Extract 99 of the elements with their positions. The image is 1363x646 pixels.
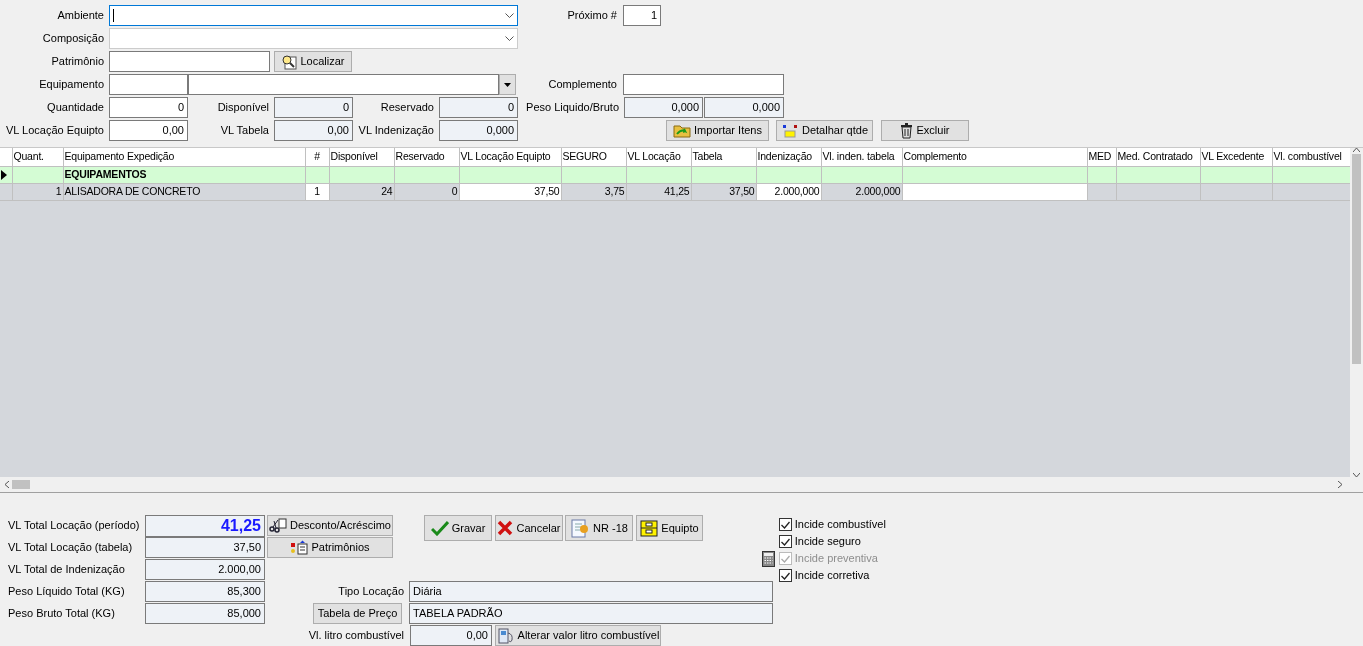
column-header[interactable]: Complemento xyxy=(902,148,1087,166)
column-header[interactable]: Vl. combustível xyxy=(1272,148,1350,166)
checkbox[interactable] xyxy=(779,518,792,531)
field-label: Disponível xyxy=(216,100,270,116)
field-label: Próximo # xyxy=(566,8,618,24)
field-label: VL Total Locação (período) xyxy=(8,518,141,534)
column-header[interactable]: Tabela xyxy=(691,148,756,166)
chevron-down-icon xyxy=(505,35,514,42)
input-field[interactable] xyxy=(623,74,784,95)
column-header[interactable]: MED xyxy=(1087,148,1116,166)
scroll-up-icon xyxy=(1353,148,1360,152)
checkbox-label: Incide seguro xyxy=(794,534,861,550)
input-field[interactable]: 0 xyxy=(109,97,188,118)
field-label: VL Locação Equipto xyxy=(4,123,105,139)
scroll-left-icon xyxy=(5,481,9,488)
column-header[interactable]: VL Locação Equipto xyxy=(459,148,561,166)
checkbox[interactable] xyxy=(779,535,792,548)
field-label: Composição xyxy=(41,31,105,47)
input-field[interactable]: 0,00 xyxy=(109,120,188,141)
caret-icon xyxy=(504,82,511,87)
color-dots-icon xyxy=(780,123,799,138)
combo-box[interactable] xyxy=(109,5,518,26)
action-button[interactable]: Excluir xyxy=(881,120,969,141)
drawer-icon xyxy=(640,519,659,537)
input-field[interactable]: TABELA PADRÃO xyxy=(409,603,773,624)
input-field[interactable]: 37,50 xyxy=(145,537,265,558)
input-field[interactable]: 0,00 xyxy=(274,120,353,141)
price-table-button[interactable]: Tabela de Preço xyxy=(313,603,402,624)
input-field[interactable] xyxy=(188,74,499,95)
column-header[interactable]: Indenização xyxy=(756,148,821,166)
action-button[interactable]: Cancelar xyxy=(495,515,563,541)
field-label: Patrimônio xyxy=(50,54,105,70)
field-label: Complemento xyxy=(547,77,618,93)
fuel-pump-icon xyxy=(496,627,515,644)
calculator-icon xyxy=(762,550,775,567)
scissors-icon xyxy=(269,518,288,533)
checkbox[interactable] xyxy=(779,569,792,582)
field-label: VL Total de Indenização xyxy=(8,562,126,578)
column-header[interactable]: VL Excedente xyxy=(1200,148,1272,166)
column-header[interactable]: Med. Contratado xyxy=(1116,148,1200,166)
assets-button[interactable]: Patrimônios xyxy=(267,537,393,558)
column-header[interactable]: # xyxy=(305,148,329,166)
folder-icon xyxy=(673,123,692,138)
input-field[interactable]: 85,000 xyxy=(145,603,265,624)
input-field[interactable]: 0 xyxy=(274,97,353,118)
fuel-price-button[interactable]: Alterar valor litro combustível xyxy=(495,625,661,646)
column-header[interactable]: Disponível xyxy=(329,148,394,166)
field-label: Peso Líquido Total (KG) xyxy=(8,584,126,600)
input-field[interactable] xyxy=(109,51,270,72)
input-field[interactable]: 2.000,00 xyxy=(145,559,265,580)
action-button[interactable]: Gravar xyxy=(424,515,492,541)
scroll-down-icon xyxy=(1353,473,1360,477)
action-button[interactable]: Detalhar qtde xyxy=(776,120,873,141)
field-label: Tipo Locação xyxy=(337,584,405,600)
column-header[interactable]: SEGURO xyxy=(561,148,626,166)
document-icon xyxy=(290,540,309,555)
scrollbar-thumb[interactable] xyxy=(12,480,30,489)
column-header[interactable]: VL Locação xyxy=(626,148,691,166)
discount-button[interactable]: Desconto/Acréscimo xyxy=(267,515,393,536)
checkbox-label: Incide corretiva xyxy=(794,568,870,584)
field-label: Peso Bruto Total (KG) xyxy=(8,606,116,622)
dropdown-button[interactable] xyxy=(499,74,516,95)
input-field[interactable]: 0,00 xyxy=(410,625,492,646)
trash-icon xyxy=(900,122,914,139)
input-field[interactable]: 0,000 xyxy=(704,97,784,118)
search-button[interactable]: Localizar xyxy=(274,51,352,72)
chevron-down-icon xyxy=(505,12,514,19)
scroll-right-icon xyxy=(1338,481,1342,488)
column-header[interactable]: Vl. inden. tabela xyxy=(821,148,902,166)
action-button[interactable]: Importar Itens xyxy=(666,120,769,141)
field-label: Equipamento xyxy=(38,77,105,93)
input-field[interactable]: 0,000 xyxy=(439,120,518,141)
column-header[interactable]: Equipamento Expedição xyxy=(63,148,305,166)
input-field[interactable]: 41,25 xyxy=(145,514,265,537)
field-label: Quantidade xyxy=(46,100,105,116)
check-icon xyxy=(430,520,449,536)
input-field[interactable]: 0,000 xyxy=(624,97,703,118)
field-label: Reservado xyxy=(379,100,435,116)
search-icon xyxy=(281,53,298,70)
input-field[interactable]: Diária xyxy=(409,581,773,602)
field-label: Peso Liquido/Bruto xyxy=(525,100,620,116)
action-button[interactable]: NR -18 xyxy=(565,515,633,541)
x-icon xyxy=(497,520,514,536)
checkbox-label: Incide combustível xyxy=(794,517,886,533)
field-label: VL Indenização xyxy=(357,123,435,139)
column-header[interactable]: Quant. xyxy=(12,148,63,166)
input-field[interactable]: 0 xyxy=(439,97,518,118)
action-button[interactable]: Equipto xyxy=(636,515,703,541)
document-icon xyxy=(570,518,591,538)
scrollbar-thumb[interactable] xyxy=(1352,154,1361,364)
input-field[interactable]: 1 xyxy=(623,5,661,26)
column-header[interactable]: Reservado xyxy=(394,148,459,166)
field-label: VL Tabela xyxy=(219,123,270,139)
field-label: Ambiente xyxy=(56,8,105,24)
input-field[interactable]: 85,300 xyxy=(145,581,265,602)
field-label: Vl. litro combustível xyxy=(307,628,405,644)
field-label: VL Total Locação (tabela) xyxy=(8,540,134,556)
checkbox-label: Incide preventiva xyxy=(794,551,878,567)
input-field[interactable] xyxy=(109,74,188,95)
